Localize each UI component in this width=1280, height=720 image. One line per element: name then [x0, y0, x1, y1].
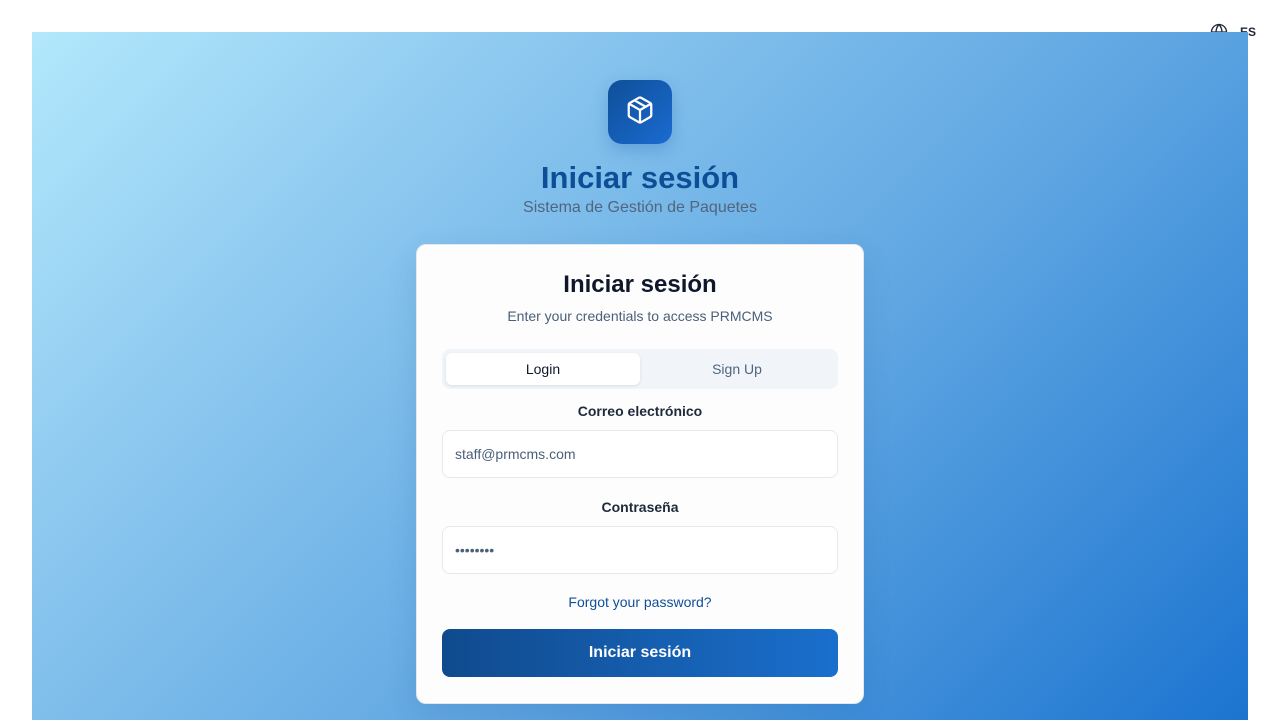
password-label: Contraseña — [601, 499, 679, 515]
page-title: Iniciar sesión — [540, 160, 740, 195]
app-logo — [608, 80, 672, 144]
password-field[interactable] — [442, 526, 838, 574]
card-subtitle: Enter your credentials to access PRMCMS — [507, 308, 773, 324]
package-icon — [625, 95, 655, 130]
card-title: Iniciar sesión — [563, 271, 717, 298]
sign-in-button[interactable]: Iniciar sesión — [442, 629, 838, 677]
forgot-password-link[interactable]: Forgot your password? — [417, 593, 863, 611]
email-label: Correo electrónico — [577, 403, 703, 419]
email-field[interactable] — [442, 430, 838, 478]
auth-tabs: Login Sign Up — [442, 349, 838, 389]
page-subtitle: Sistema de Gestión de Paquetes — [523, 199, 757, 216]
login-card: Iniciar sesión Enter your credentials to… — [416, 244, 864, 704]
login-background: Iniciar sesión Sistema de Gestión de Paq… — [32, 32, 1248, 720]
tab-login[interactable]: Login — [446, 353, 640, 385]
tab-sign-up[interactable]: Sign Up — [640, 353, 834, 385]
